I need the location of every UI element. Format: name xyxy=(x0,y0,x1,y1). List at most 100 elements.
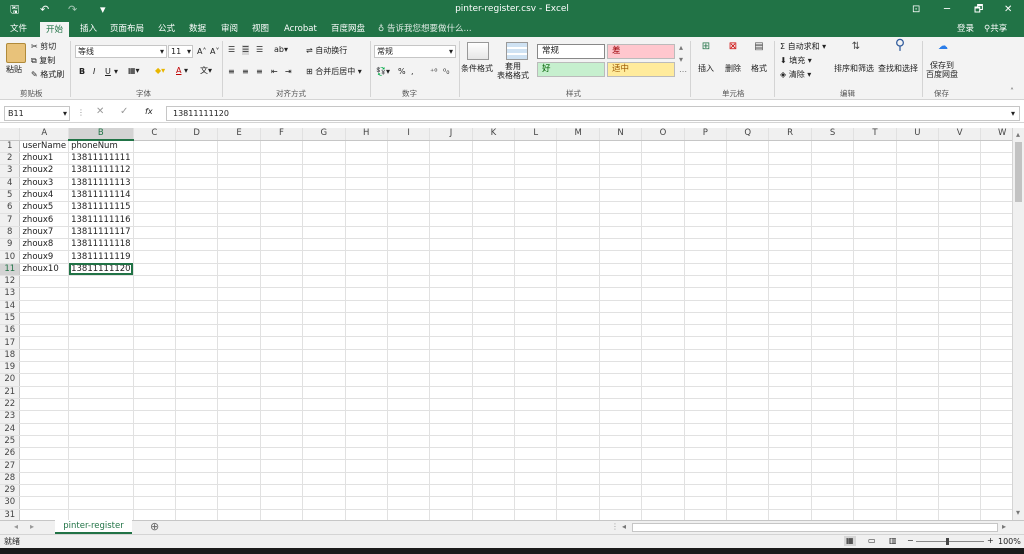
row-header[interactable]: 2 xyxy=(0,152,21,166)
cell-l2[interactable] xyxy=(514,152,558,166)
cell-p14[interactable] xyxy=(684,300,728,313)
sheet-tab-pinter-register[interactable]: pinter-register xyxy=(55,520,132,534)
cell-a17[interactable] xyxy=(19,336,70,350)
cell-l28[interactable] xyxy=(514,472,558,486)
cell-e20[interactable] xyxy=(217,373,261,387)
cell-u23[interactable] xyxy=(896,410,940,424)
cell-e28[interactable] xyxy=(217,472,261,486)
cell-l3[interactable] xyxy=(514,164,558,178)
cell-v11[interactable] xyxy=(938,263,982,276)
cell-e31[interactable] xyxy=(217,509,261,520)
cell-s14[interactable] xyxy=(811,300,855,313)
cell-a21[interactable] xyxy=(19,386,70,399)
cell-g6[interactable] xyxy=(302,201,346,215)
cell-c12[interactable] xyxy=(133,275,176,289)
cell-p26[interactable] xyxy=(684,447,728,461)
cell-l11[interactable] xyxy=(514,263,558,276)
cell-o29[interactable] xyxy=(641,484,685,498)
cell-u4[interactable] xyxy=(896,177,940,190)
cell-n29[interactable] xyxy=(599,484,643,498)
cell-f12[interactable] xyxy=(260,275,304,289)
cell-b3[interactable]: 13811111112 xyxy=(68,164,134,178)
cell-j22[interactable] xyxy=(429,398,473,412)
cell-i20[interactable] xyxy=(387,373,431,387)
cell-c14[interactable] xyxy=(133,300,176,313)
format-cells-icon[interactable]: ▤ xyxy=(751,41,767,53)
collapse-ribbon-icon[interactable]: ˄ xyxy=(1010,87,1014,97)
cell-l27[interactable] xyxy=(514,459,558,473)
cell-v17[interactable] xyxy=(938,336,982,350)
cell-f8[interactable] xyxy=(260,226,304,240)
cell-d31[interactable] xyxy=(175,509,219,520)
cell-k9[interactable] xyxy=(472,238,516,252)
cell-a15[interactable] xyxy=(19,312,70,326)
cell-b23[interactable] xyxy=(68,410,134,424)
cell-v31[interactable] xyxy=(938,509,982,520)
cell-m30[interactable] xyxy=(556,496,600,510)
cell-i10[interactable] xyxy=(387,250,431,264)
cell-v22[interactable] xyxy=(938,398,982,412)
cell-r18[interactable] xyxy=(768,349,812,363)
close-button[interactable]: ✕ xyxy=(1004,3,1012,17)
cell-g14[interactable] xyxy=(302,300,346,313)
cell-e11[interactable] xyxy=(217,263,261,276)
cell-u8[interactable] xyxy=(896,226,940,240)
cell-j19[interactable] xyxy=(429,361,473,375)
cell-c13[interactable] xyxy=(133,287,176,301)
cell-o7[interactable] xyxy=(641,213,685,227)
cell-t22[interactable] xyxy=(853,398,897,412)
cell-g31[interactable] xyxy=(302,509,346,520)
cell-l7[interactable] xyxy=(514,213,558,227)
cell-j7[interactable] xyxy=(429,213,473,227)
merge-center-button[interactable]: ⊞ 合并后居中 ▾ xyxy=(306,67,362,77)
cell-v12[interactable] xyxy=(938,275,982,289)
cell-v5[interactable] xyxy=(938,189,982,203)
worksheet-grid[interactable]: A B C D E F G H I J K L M N O P Q R S T U V W 1 userName phoneNum… xyxy=(0,128,1024,520)
cell-s3[interactable] xyxy=(811,164,855,178)
cell-v23[interactable] xyxy=(938,410,982,424)
cell-f17[interactable] xyxy=(260,336,304,350)
cell-a27[interactable] xyxy=(19,459,70,473)
cell-m22[interactable] xyxy=(556,398,600,412)
cell-e4[interactable] xyxy=(217,177,261,190)
cell-n24[interactable] xyxy=(599,423,643,436)
cell-p27[interactable] xyxy=(684,459,728,473)
cell-k4[interactable] xyxy=(472,177,516,190)
style-normal[interactable]: 常规 xyxy=(537,44,605,59)
cell-v13[interactable] xyxy=(938,287,982,301)
cell-o1[interactable] xyxy=(641,140,685,153)
cell-n13[interactable] xyxy=(599,287,643,301)
cell-s30[interactable] xyxy=(811,496,855,510)
cell-d13[interactable] xyxy=(175,287,219,301)
cell-n17[interactable] xyxy=(599,336,643,350)
tab-page-layout[interactable]: 页面布局 xyxy=(110,23,144,35)
tab-review[interactable]: 审阅 xyxy=(221,23,238,35)
cell-c5[interactable] xyxy=(133,189,176,203)
cell-v21[interactable] xyxy=(938,386,982,399)
cell-l25[interactable] xyxy=(514,435,558,449)
cell-v27[interactable] xyxy=(938,459,982,473)
cell-m15[interactable] xyxy=(556,312,600,326)
cell-e7[interactable] xyxy=(217,213,261,227)
cell-o9[interactable] xyxy=(641,238,685,252)
cell-k8[interactable] xyxy=(472,226,516,240)
cell-c23[interactable] xyxy=(133,410,176,424)
cell-v6[interactable] xyxy=(938,201,982,215)
cell-p17[interactable] xyxy=(684,336,728,350)
column-header-j[interactable]: J xyxy=(429,128,473,141)
cell-u6[interactable] xyxy=(896,201,940,215)
cell-g4[interactable] xyxy=(302,177,346,190)
column-header-r[interactable]: R xyxy=(768,128,812,141)
row-header[interactable]: 27 xyxy=(0,459,21,473)
cell-c15[interactable] xyxy=(133,312,176,326)
cell-d22[interactable] xyxy=(175,398,219,412)
cell-e25[interactable] xyxy=(217,435,261,449)
cell-s26[interactable] xyxy=(811,447,855,461)
tab-formulas[interactable]: 公式 xyxy=(158,23,175,35)
cell-g23[interactable] xyxy=(302,410,346,424)
cell-b20[interactable] xyxy=(68,373,134,387)
cell-t27[interactable] xyxy=(853,459,897,473)
cell-f21[interactable] xyxy=(260,386,304,399)
find-select-button[interactable]: 查找和选择 xyxy=(878,64,918,74)
cell-c18[interactable] xyxy=(133,349,176,363)
